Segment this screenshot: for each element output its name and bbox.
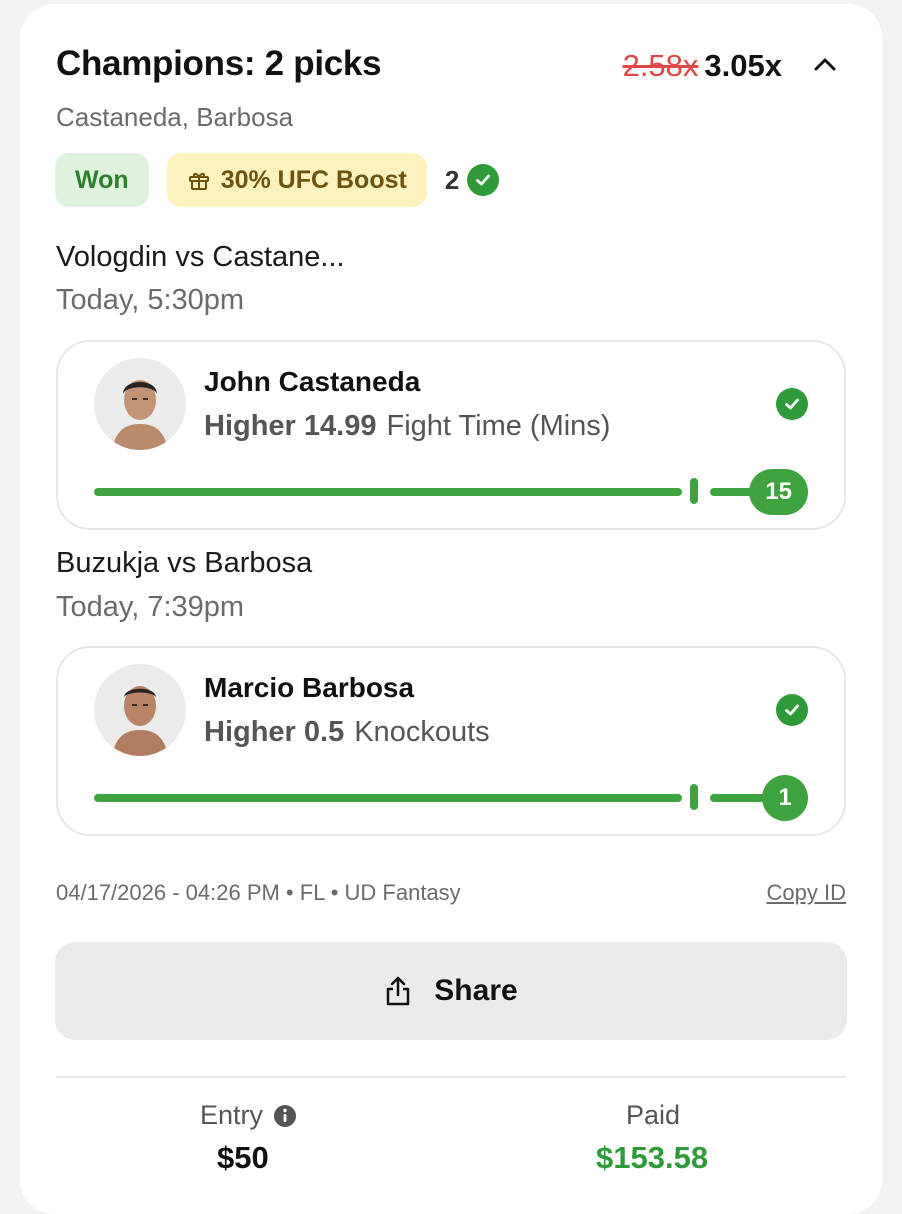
line-marker	[690, 478, 698, 504]
avatar	[94, 358, 186, 450]
correct-count: 2	[444, 164, 500, 196]
share-button[interactable]: Share	[55, 942, 847, 1040]
entry-card: Champions: 2 picks 2.58x 3.05x Castaneda,…	[20, 4, 882, 1214]
divider	[56, 1076, 846, 1078]
pick-card[interactable]: Marcio Barbosa Higher 0.5 Knockouts 1	[56, 646, 846, 836]
gift-icon	[188, 173, 209, 190]
entry-title: Champions: 2 picks	[56, 44, 382, 83]
check-circle-icon	[776, 694, 808, 726]
result-value: 1	[762, 775, 808, 821]
match-time: Today, 7:39pm	[56, 591, 245, 623]
paid-label: Paid	[626, 1100, 681, 1130]
progress-bar	[94, 794, 682, 802]
result-value: 15	[749, 469, 808, 515]
check-circle-icon	[776, 388, 808, 420]
entry-value: $50	[217, 1140, 269, 1175]
pick-line: Higher 0.5 Knockouts	[204, 716, 490, 749]
progress-bar-extension	[710, 794, 770, 802]
matchup-title: Vologdin vs Castane...	[56, 241, 345, 273]
pick-line: Higher 14.99 Fight Time (Mins)	[204, 410, 610, 443]
multiplier: 2.58x 3.05x	[623, 48, 782, 84]
share-icon	[387, 976, 410, 1006]
paid-value: $153.58	[596, 1140, 709, 1175]
pick-stat: Fight Time (Mins)	[386, 410, 611, 442]
progress-bar	[94, 488, 682, 496]
check-circle-icon	[467, 164, 500, 196]
status-badge: Won	[55, 153, 149, 207]
matchup-title: Buzukja vs Barbosa	[56, 547, 313, 579]
boost-label: 30% UFC Boost	[220, 165, 407, 194]
pick-card[interactable]: John Castaneda Higher 14.99 Fight Time (M…	[56, 340, 846, 530]
chevron-up-icon[interactable]	[812, 52, 838, 78]
match-time: Today, 5:30pm	[56, 284, 245, 316]
new-multiplier: 3.05x	[704, 48, 782, 83]
correct-count-value: 2	[444, 164, 460, 195]
old-multiplier: 2.58x	[622, 48, 699, 83]
share-label: Share	[434, 974, 518, 1007]
entry-meta: 04/17/2026 - 04:26 PM • FL • UD Fantasy	[56, 880, 461, 905]
info-icon[interactable]	[273, 1104, 297, 1128]
players-summary: Castaneda, Barbosa	[56, 102, 294, 132]
boost-badge: 30% UFC Boost	[166, 153, 427, 207]
copy-id-link[interactable]: Copy ID	[767, 880, 846, 906]
pick-stat: Knockouts	[354, 716, 490, 748]
pick-direction: Higher 0.5	[204, 716, 345, 748]
player-name: John Castaneda	[204, 366, 421, 397]
avatar	[94, 664, 186, 756]
line-marker	[690, 784, 698, 810]
player-name: Marcio Barbosa	[204, 672, 415, 703]
pick-direction: Higher 14.99	[204, 410, 377, 442]
entry-label-text: Entry	[200, 1100, 264, 1130]
entry-label: Entry	[200, 1100, 297, 1131]
badge-row: Won 30% UFC Boost 2	[55, 153, 500, 207]
